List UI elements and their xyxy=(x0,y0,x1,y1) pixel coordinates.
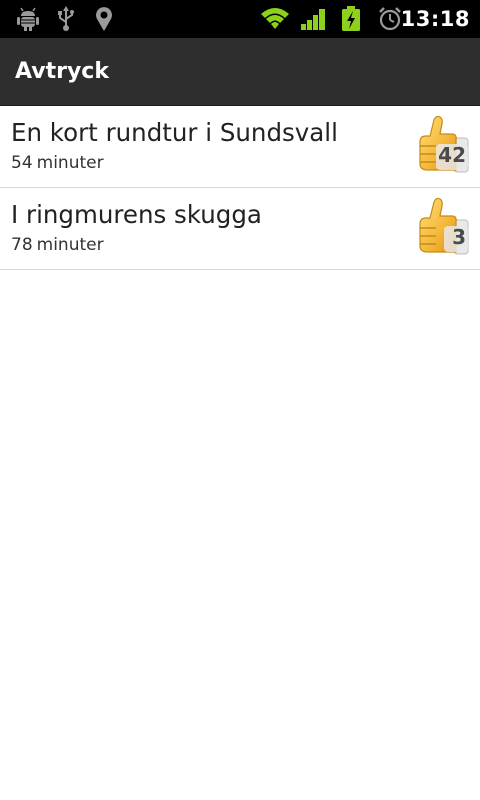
likes-badge: 42 xyxy=(414,114,470,174)
tour-list: En kort rundtur i Sundsvall 54 minuter 4… xyxy=(0,106,480,270)
likes-count: 42 xyxy=(438,143,466,167)
debug-icon xyxy=(16,6,40,32)
list-item-duration: 78 minuter xyxy=(11,233,104,257)
list-item[interactable]: En kort rundtur i Sundsvall 54 minuter 4… xyxy=(0,106,480,188)
likes-count: 3 xyxy=(452,225,466,249)
status-time: 13:18 xyxy=(400,7,470,31)
status-bar: 13:18 xyxy=(0,0,480,38)
duration-value: 54 xyxy=(11,153,33,173)
wifi-icon xyxy=(259,6,291,32)
duration-unit: minuter xyxy=(36,153,104,173)
duration-unit: minuter xyxy=(36,235,104,255)
battery-charging-icon xyxy=(340,6,362,32)
title-bar: Avtryck xyxy=(0,38,480,106)
list-item-title: En kort rundtur i Sundsvall xyxy=(11,118,338,147)
signal-icon xyxy=(300,6,328,32)
page-title: Avtryck xyxy=(15,59,109,84)
list-item-title: I ringmurens skugga xyxy=(11,200,262,229)
list-item-duration: 54 minuter xyxy=(11,151,104,175)
list-item[interactable]: I ringmurens skugga 78 minuter 3 xyxy=(0,188,480,270)
usb-icon xyxy=(56,6,76,32)
duration-value: 78 xyxy=(11,235,33,255)
location-icon xyxy=(93,6,115,32)
likes-badge: 3 xyxy=(414,196,470,256)
alarm-icon xyxy=(377,6,403,32)
